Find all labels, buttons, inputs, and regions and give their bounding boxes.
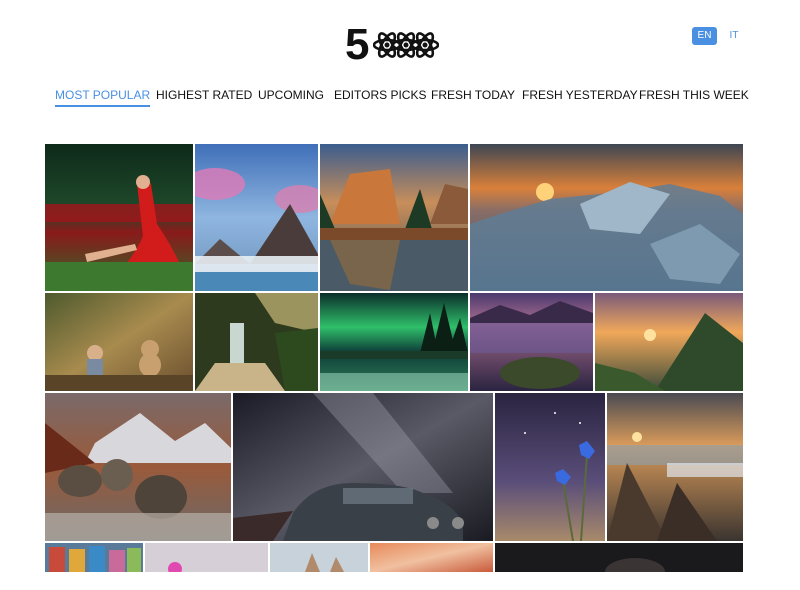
photo-rock-formations[interactable] bbox=[270, 543, 368, 572]
photo-yosemite-valley[interactable] bbox=[320, 144, 468, 291]
photo-milky-way-car[interactable] bbox=[233, 393, 493, 541]
photo-purple-lake[interactable] bbox=[470, 293, 593, 391]
photo-pink-flower[interactable] bbox=[145, 543, 268, 572]
tab-fresh-this-week[interactable]: FRESH THIS WEEK bbox=[639, 88, 749, 102]
tab-editors-picks[interactable]: EDITORS PICKS bbox=[334, 88, 426, 102]
tab-highest-rated[interactable]: HIGHEST RATED bbox=[156, 88, 252, 102]
category-tabs: MOST POPULAR HIGHEST RATED UPCOMING EDIT… bbox=[0, 88, 800, 110]
photo-aurora-lake[interactable] bbox=[320, 293, 468, 391]
logo-atoms-icon bbox=[373, 32, 439, 58]
tab-fresh-yesterday[interactable]: FRESH YESTERDAY bbox=[522, 88, 638, 102]
photo-woman-red-dress[interactable] bbox=[45, 144, 193, 291]
photo-mountain-river-boulders[interactable] bbox=[45, 393, 231, 541]
logo[interactable]: 5 bbox=[345, 22, 443, 68]
tab-most-popular[interactable]: MOST POPULAR bbox=[55, 88, 151, 107]
photo-child-teddy-bear[interactable] bbox=[45, 293, 193, 391]
photo-gallery bbox=[45, 144, 743, 572]
tab-fresh-today[interactable]: FRESH TODAY bbox=[431, 88, 515, 102]
photo-ice-lake-sunset[interactable] bbox=[470, 144, 743, 291]
photo-dark-portrait[interactable] bbox=[495, 543, 743, 572]
language-it-button[interactable]: IT bbox=[725, 27, 743, 45]
photo-forest-waterfall[interactable] bbox=[195, 293, 318, 391]
photo-mountain-pink-clouds[interactable] bbox=[195, 144, 318, 291]
photo-abstract-orange[interactable] bbox=[370, 543, 493, 572]
photo-mountain-sunrise[interactable] bbox=[595, 293, 743, 391]
photo-coastal-rocks[interactable] bbox=[607, 393, 743, 541]
photo-blue-flowers[interactable] bbox=[495, 393, 605, 541]
logo-five: 5 bbox=[345, 20, 370, 69]
tab-upcoming[interactable]: UPCOMING bbox=[258, 88, 324, 102]
language-en-button[interactable]: EN bbox=[692, 27, 717, 45]
photo-colorful-buildings[interactable] bbox=[45, 543, 143, 572]
